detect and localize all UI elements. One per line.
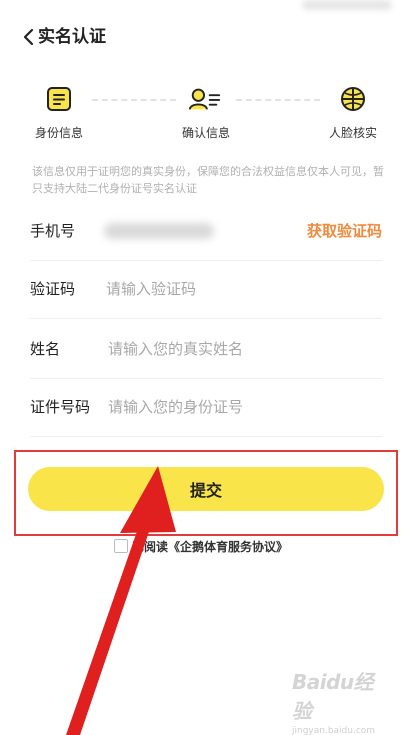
name-label: 姓名 [30, 340, 61, 358]
name-input[interactable] [108, 337, 378, 361]
status-bar [0, 0, 412, 16]
phone-row: 手机号 获取验证码 [30, 202, 382, 261]
header: 实名认证 [0, 20, 412, 54]
page-title: 实名认证 [38, 27, 106, 47]
step-label-confirm: 确认信息 [181, 126, 230, 140]
phone-label: 手机号 [30, 222, 76, 240]
privacy-notice: 该信息仅用于证明您的真实身份，保障您的合法权益信息仅本人可见，暂只支持大陆二代身… [32, 165, 384, 195]
name-row: 姓名 [30, 320, 382, 379]
user-list-icon [188, 82, 222, 116]
face-scan-icon [336, 82, 370, 116]
agreement-link[interactable]: 已阅读《企鹅体育服务协议》 [132, 538, 288, 555]
real-name-auth-page: 实名认证 身份信息 确认信息 人脸核实 该信息仅用于证明您的真实身份，保障您的合… [0, 0, 412, 735]
progress-steps: 身份信息 确认信息 人脸核实 [0, 78, 412, 148]
code-label: 验证码 [30, 280, 76, 298]
back-button[interactable] [16, 24, 40, 50]
chevron-left-icon [23, 28, 34, 46]
step-divider [236, 99, 320, 101]
document-icon [42, 82, 76, 116]
agreement-row: 已阅读《企鹅体育服务协议》 [114, 537, 288, 555]
agreement-checkbox[interactable] [114, 539, 128, 553]
code-input[interactable] [106, 277, 376, 301]
submit-button[interactable]: 提交 [28, 467, 384, 511]
baidu-watermark: Baidu经验 jingyan.baidu.com [292, 666, 388, 735]
step-label-identity: 身份信息 [34, 126, 83, 140]
watermark-logo-text: Baidu经验 [292, 670, 374, 723]
id-label: 证件号码 [30, 398, 91, 416]
step-label-face: 人脸核实 [328, 126, 377, 140]
phone-number-blurred [104, 223, 214, 239]
id-input[interactable] [108, 395, 378, 419]
id-row: 证件号码 [30, 378, 382, 437]
status-bar-blur [302, 0, 392, 10]
get-code-button[interactable]: 获取验证码 [307, 202, 382, 260]
step-divider [92, 99, 176, 101]
watermark-url: jingyan.baidu.com [292, 726, 376, 735]
code-row: 验证码 [30, 260, 382, 319]
